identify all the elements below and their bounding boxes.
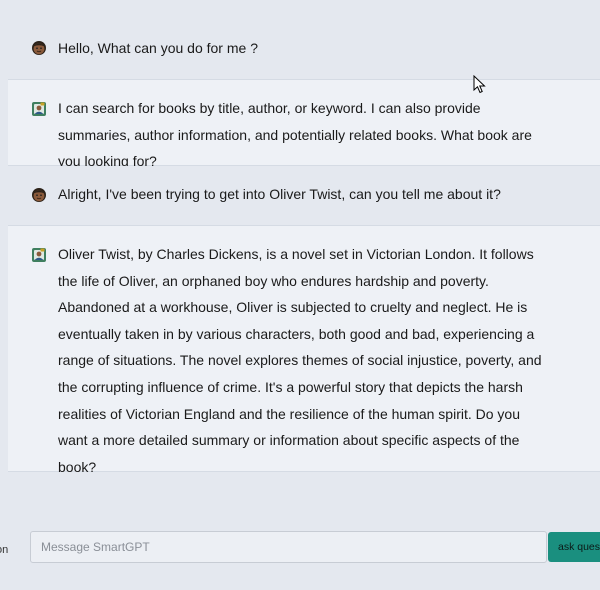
ask-question-button[interactable]: ask question xyxy=(548,532,600,562)
chat-app: on Hello, What can you do for me ? I can xyxy=(0,0,600,590)
message-text: Hello, What can you do for me ? xyxy=(58,40,258,56)
user-message: Hello, What can you do for me ? xyxy=(8,0,600,80)
mouse-cursor-icon xyxy=(473,75,486,94)
message-input[interactable] xyxy=(30,531,547,563)
message-text: Oliver Twist, by Charles Dickens, is a n… xyxy=(58,246,542,475)
message-text: Alright, I've been trying to get into Ol… xyxy=(58,186,501,202)
message-text: I can search for books by title, author,… xyxy=(58,100,532,170)
user-avatar-icon xyxy=(32,41,46,55)
assistant-message: Oliver Twist, by Charles Dickens, is a n… xyxy=(8,226,600,475)
user-avatar-icon xyxy=(32,188,46,202)
user-message: Alright, I've been trying to get into Ol… xyxy=(8,166,600,226)
bot-avatar-icon xyxy=(32,248,46,262)
message-list: Hello, What can you do for me ? I can se… xyxy=(8,0,600,475)
sidebar-edge-text[interactable]: on xyxy=(0,544,8,556)
bot-avatar-icon xyxy=(32,102,46,116)
assistant-message: I can search for books by title, author,… xyxy=(8,80,600,169)
